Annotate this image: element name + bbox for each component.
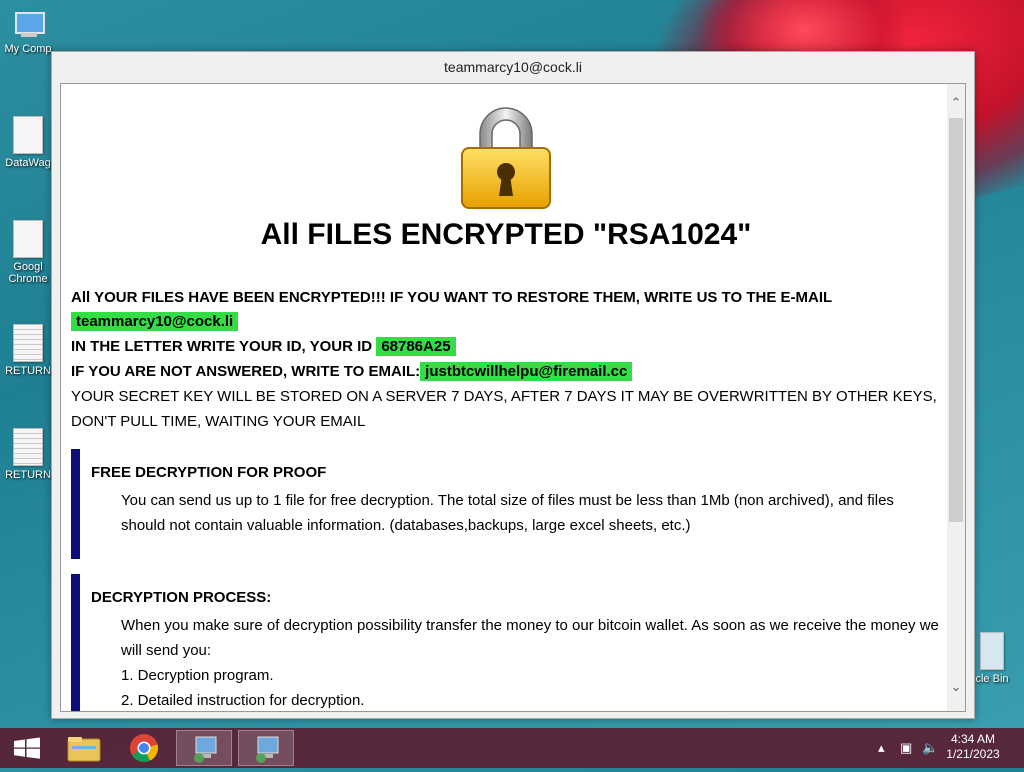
system-tray: ▴ ▣ 🔈 4:34 AM 1/21/2023	[864, 728, 1024, 768]
id-label: IN THE LETTER WRITE YOUR ID, YOUR ID	[71, 338, 373, 355]
desktop-icon-my-computer[interactable]: My Comp	[0, 10, 56, 55]
section-line: will send you:	[121, 642, 212, 659]
file-icon	[13, 220, 43, 258]
section-line: 1. Decryption program.	[121, 667, 274, 684]
vertical-scrollbar[interactable]: ⌃ ⌄	[947, 84, 965, 711]
desktop-icon-google-chrome[interactable]: Googl Chrome	[0, 220, 56, 285]
program-icon	[256, 736, 279, 763]
section-line: When you make sure of decryption possibi…	[121, 617, 939, 634]
alt-email-line: IF YOU ARE NOT ANSWERED, WRITE TO EMAIL:…	[71, 362, 633, 381]
alt-contact-email: justbtcwillhelpu@firemail.cc	[420, 362, 633, 381]
decryption-process-section: DECRYPTION PROCESS: When you make sure o…	[71, 574, 941, 711]
start-icon	[14, 737, 40, 759]
section-line: should not contain valuable information.…	[121, 517, 691, 534]
victim-id: 68786A25	[376, 337, 456, 356]
file-explorer-icon	[67, 737, 101, 762]
instruction-line: All YOUR FILES HAVE BEEN ENCRYPTED!!! IF…	[71, 289, 833, 306]
ransom-note-window: teammarcy10@cock.li All FILES ENCRYPTED …	[51, 51, 975, 719]
desktop-icon-datawag[interactable]: DataWag	[0, 116, 56, 169]
page-title: All FILES ENCRYPTED "RSA1024"	[260, 218, 752, 251]
volume-icon[interactable]: 🔈	[922, 740, 938, 756]
secret-key-line: YOUR SECRET KEY WILL BE STORED ON A SERV…	[71, 388, 937, 405]
clock[interactable]: 4:34 AM 1/21/2023	[938, 732, 1008, 762]
desktop-icon-label: Googl Chrome	[8, 261, 48, 285]
id-line: IN THE LETTER WRITE YOUR ID, YOUR ID 687…	[71, 337, 456, 356]
section-bar	[71, 574, 80, 711]
program-button-2[interactable]	[238, 730, 294, 766]
scrollbar-thumb[interactable]	[949, 118, 963, 522]
window-title[interactable]: teammarcy10@cock.li	[52, 52, 974, 82]
desktop-icon-label: RETURN	[5, 365, 51, 377]
start-button[interactable]	[0, 730, 56, 766]
section-title: DECRYPTION PROCESS:	[91, 589, 272, 606]
secret-key-line-2: DON'T PULL TIME, WAITING YOUR EMAIL	[71, 413, 366, 430]
text-file-icon	[13, 324, 43, 362]
desktop-icon-return-2[interactable]: RETURN	[0, 428, 56, 481]
section-title: FREE DECRYPTION FOR PROOF	[91, 464, 327, 481]
program-icon	[194, 736, 217, 763]
contact-email: teammarcy10@cock.li	[71, 312, 239, 331]
computer-icon	[11, 10, 45, 40]
network-icon[interactable]: ▣	[900, 740, 912, 756]
clock-time: 4:34 AM	[950, 732, 996, 746]
section-line: You can send us up to 1 file for free de…	[121, 492, 894, 509]
desktop-icon-label: RETURN	[5, 469, 51, 481]
scroll-down-arrow-icon[interactable]: ⌄	[947, 678, 965, 696]
text-file-icon	[13, 428, 43, 466]
section-text: When you make sure of decryption possibi…	[121, 613, 939, 711]
padlock-icon	[461, 107, 551, 209]
section-bar	[71, 449, 80, 559]
file-icon	[13, 116, 43, 154]
alt-email-label: IF YOU ARE NOT ANSWERED, WRITE TO EMAIL:	[71, 363, 421, 380]
file-explorer-button[interactable]	[56, 730, 112, 766]
show-hidden-icons-icon[interactable]: ▴	[878, 740, 885, 756]
section-text: You can send us up to 1 file for free de…	[121, 488, 939, 538]
chrome-button[interactable]	[116, 730, 172, 766]
program-button-1[interactable]	[176, 730, 232, 766]
desktop-icon-label: My Comp	[4, 43, 52, 55]
taskbar: ▴ ▣ 🔈 4:34 AM 1/21/2023	[0, 728, 1024, 768]
free-decryption-section: FREE DECRYPTION FOR PROOF You can send u…	[71, 449, 941, 559]
scroll-up-arrow-icon[interactable]: ⌃	[947, 94, 965, 112]
chrome-icon	[130, 734, 159, 762]
desktop-icon-return-1[interactable]: RETURN	[0, 324, 56, 377]
recycle-bin-icon	[980, 632, 1004, 670]
email-line: teammarcy10@cock.li	[71, 312, 239, 331]
note-content[interactable]: All FILES ENCRYPTED "RSA1024" All YOUR F…	[60, 83, 966, 712]
desktop-icon-label: DataWag	[5, 157, 51, 169]
section-line: 2. Detailed instruction for decryption.	[121, 692, 365, 709]
clock-date: 1/21/2023	[946, 747, 1000, 761]
